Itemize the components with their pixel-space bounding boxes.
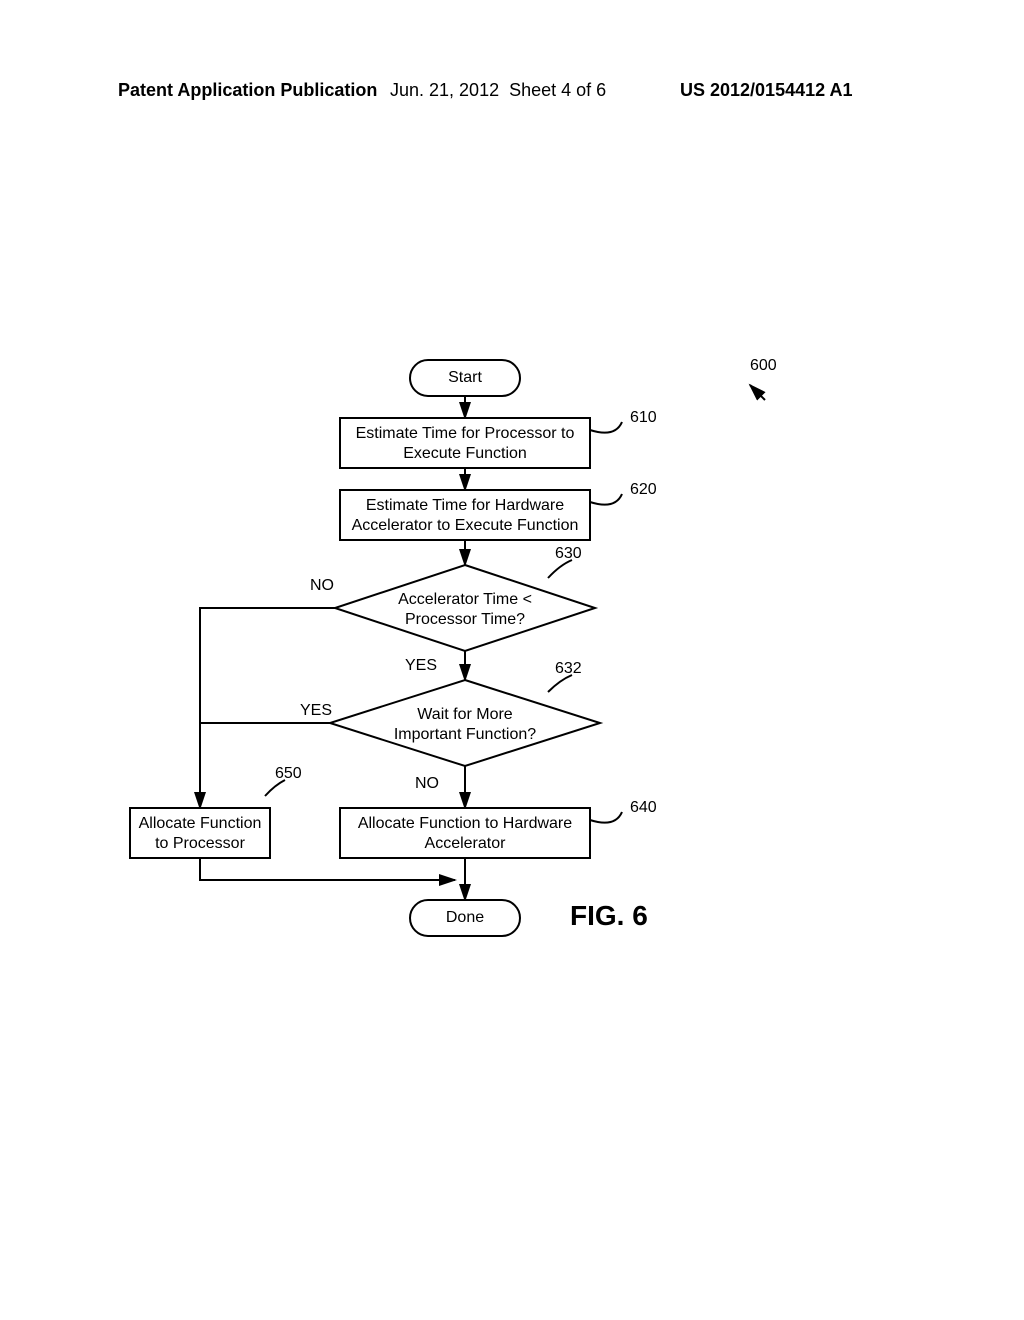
leader-620 [590, 494, 622, 505]
dec-630-l2: Processor Time? [405, 611, 525, 628]
header-publication: Patent Application Publication [118, 80, 377, 101]
start-label: Start [448, 369, 482, 386]
arrow-650-done [200, 858, 455, 880]
flowchart-figure: 600 Start Estimate Time for Processor to… [0, 340, 1024, 960]
step-610-line1: Estimate Time for Processor to [356, 425, 575, 442]
header-date-sheet: Jun. 21, 2012 Sheet 4 of 6 [390, 80, 606, 101]
step-610-line2: Execute Function [403, 445, 527, 462]
done-label: Done [446, 909, 484, 926]
leader-610 [590, 422, 622, 433]
leader-630 [548, 560, 572, 578]
step-650-l2: to Processor [155, 835, 245, 852]
no-630: NO [310, 577, 334, 594]
header-pubnum: US 2012/0154412 A1 [680, 80, 852, 101]
yes-630: YES [405, 657, 437, 674]
leader-632 [548, 675, 572, 692]
leader-640 [590, 812, 622, 823]
arrow-600 [750, 385, 765, 400]
figure-label: FIG. 6 [570, 900, 648, 931]
step-620-line1: Estimate Time for Hardware [366, 497, 564, 514]
dec-630-l1: Accelerator Time < [398, 591, 532, 608]
yes-632: YES [300, 702, 332, 719]
step-650-l1: Allocate Function [139, 815, 262, 832]
dec-632-l2: Important Function? [394, 726, 536, 743]
leader-650 [265, 780, 285, 796]
dec-632-l1: Wait for More [417, 706, 513, 723]
ref-600: 600 [750, 357, 777, 374]
ref-640: 640 [630, 799, 657, 816]
ref-610: 610 [630, 409, 657, 426]
ref-650: 650 [275, 765, 302, 782]
step-640-l2: Accelerator [425, 835, 507, 852]
page-header: Patent Application Publication Jun. 21, … [0, 80, 1024, 112]
step-640-l1: Allocate Function to Hardware [358, 815, 572, 832]
step-620-line2: Accelerator to Execute Function [352, 517, 579, 534]
no-632: NO [415, 775, 439, 792]
ref-620: 620 [630, 481, 657, 498]
ref-630: 630 [555, 545, 582, 562]
ref-632: 632 [555, 660, 582, 677]
